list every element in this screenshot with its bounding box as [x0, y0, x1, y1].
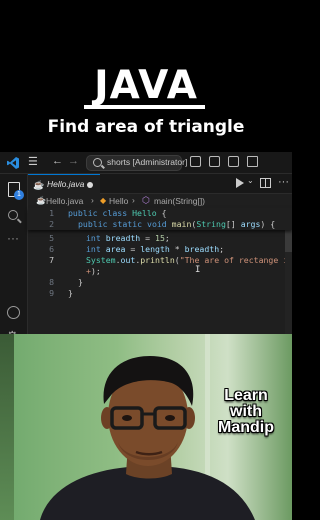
forward-arrow-icon[interactable]: →	[68, 155, 79, 167]
brand-line: Learn	[224, 387, 268, 404]
account-icon[interactable]	[7, 306, 20, 319]
explorer-badge: 1	[14, 190, 24, 200]
line-number: 1	[49, 208, 54, 218]
code-line: 6 int area = length * breadth;	[28, 244, 292, 255]
split-editor-icon[interactable]	[260, 178, 271, 188]
tab-label: Hello.java	[47, 179, 85, 189]
code-line: 7 System.out.println("The are of rectang…	[28, 255, 292, 266]
brand-line: with	[230, 403, 262, 420]
search-text: shorts [Administrator]	[107, 157, 188, 167]
tab-hello-java[interactable]: ☕ Hello.java	[28, 174, 100, 194]
menu-icon[interactable]: ☰	[28, 155, 38, 168]
breadcrumb-method[interactable]: main(String[])	[154, 196, 205, 206]
layout-panel-icon[interactable]	[209, 156, 220, 167]
line-number: 7	[49, 255, 54, 265]
title-overlay: JAVA Find area of triangle	[0, 0, 292, 150]
layout-secondary-icon[interactable]	[228, 156, 239, 167]
text-cursor-icon: I	[195, 265, 201, 275]
more-actions-icon[interactable]: ···	[278, 176, 289, 188]
code-editor[interactable]: 1 public class Hello { 2 public static v…	[28, 208, 292, 334]
java-file-icon: ☕	[33, 180, 45, 190]
code-text: +);	[86, 266, 101, 276]
code-line: +);	[28, 266, 292, 277]
code-line: 9 }	[28, 288, 292, 299]
code-text: public class Hello {	[68, 208, 167, 218]
layout-customize-icon[interactable]	[247, 156, 258, 167]
code-text: int breadth = 15;	[86, 233, 170, 243]
vscode-logo-icon	[7, 157, 19, 169]
layout-sidebar-icon[interactable]	[190, 156, 201, 167]
line-number: 8	[49, 277, 54, 287]
code-text: System.out.println("The are of rectange …	[86, 255, 292, 265]
vscode-window: ☰ ← → shorts [Administrator] 1 ··· ⚙ ☕ H…	[0, 152, 292, 334]
title-underline	[84, 105, 205, 109]
code-line: 1 public class Hello {	[28, 208, 292, 219]
code-text: int area = length * breadth;	[86, 244, 225, 254]
activity-bar: 1 ··· ⚙	[0, 174, 28, 334]
brand-line: Mandip	[218, 419, 274, 436]
channel-brand: Learn with Mandip	[200, 388, 292, 436]
more-icon[interactable]: ···	[7, 232, 19, 244]
line-number: 5	[49, 233, 54, 243]
chevron-down-icon[interactable]: ⌄	[247, 176, 254, 185]
back-arrow-icon[interactable]: ←	[52, 155, 63, 167]
run-icon[interactable]	[236, 178, 244, 188]
breadcrumb-separator-icon: ›	[91, 195, 94, 205]
code-line: 2 public static void main(String[] args)…	[28, 219, 292, 230]
breadcrumb-file[interactable]: Hello.java	[46, 196, 83, 206]
code-text: }	[68, 288, 73, 298]
breadcrumb-separator-icon: ›	[132, 195, 135, 205]
command-center-search[interactable]: shorts [Administrator]	[86, 155, 187, 171]
title-bar: ☰ ← → shorts [Administrator]	[0, 152, 292, 174]
unsaved-dot-icon[interactable]	[87, 182, 93, 188]
java-file-icon: ☕	[36, 196, 46, 205]
code-line: 8 }	[28, 277, 292, 288]
class-icon: ◆	[100, 196, 107, 205]
breadcrumb-class[interactable]: Hello	[109, 196, 128, 206]
line-number: 9	[49, 288, 54, 298]
main-title: JAVA	[94, 63, 198, 108]
search-view-icon[interactable]	[8, 210, 18, 220]
code-text: }	[78, 277, 83, 287]
breadcrumb: ☕ Hello.java › ◆ Hello › ⬡ main(String[]…	[28, 194, 292, 208]
line-number: 2	[49, 219, 54, 229]
webcam-video: Learn with Mandip	[0, 334, 292, 520]
line-number: 6	[49, 244, 54, 254]
code-text: public static void main(String[] args) {	[78, 219, 276, 229]
subtitle: Find area of triangle	[47, 117, 245, 137]
sticky-scroll: 1 public class Hello { 2 public static v…	[28, 208, 292, 230]
search-icon	[93, 158, 102, 167]
method-icon: ⬡	[142, 195, 150, 205]
code-line: 5 int breadth = 15;	[28, 233, 292, 244]
tab-bar: ☕ Hello.java ⌄ ···	[28, 174, 292, 194]
